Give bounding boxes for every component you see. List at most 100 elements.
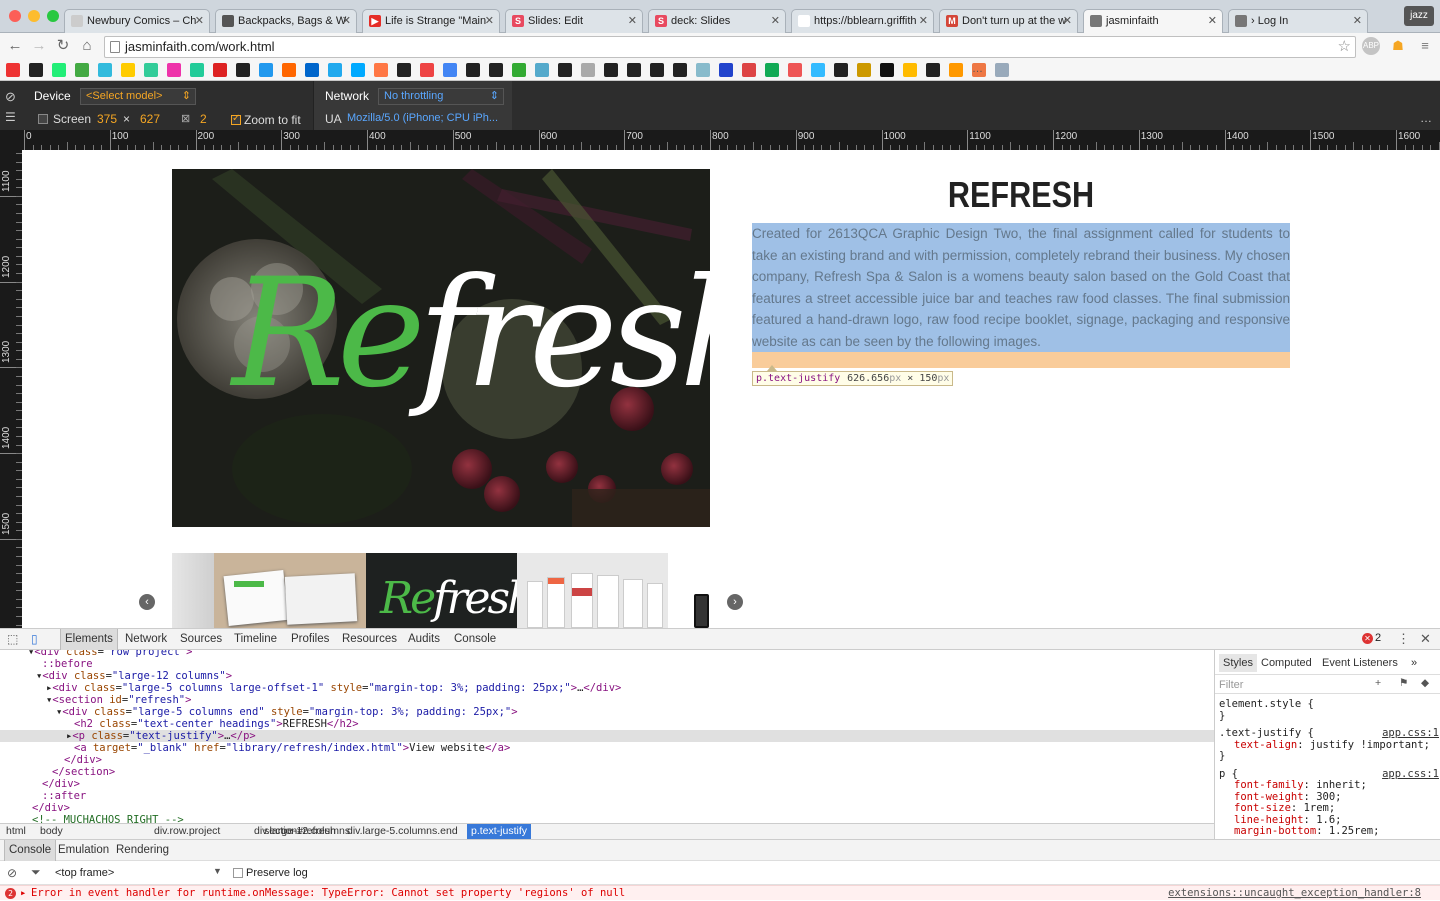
close-tab-icon[interactable]: ✕ <box>195 10 204 32</box>
bookmark-favicon-icon[interactable] <box>259 63 273 77</box>
bookmark-favicon-icon[interactable] <box>190 63 204 77</box>
css-property[interactable]: font-size: 1rem; <box>1234 802 1335 814</box>
css-property[interactable]: line-height: 1.6; <box>1234 814 1342 826</box>
css-source-link[interactable]: app.css:1 <box>1382 727 1439 739</box>
frame-select[interactable]: <top frame> <box>55 867 114 879</box>
css-property[interactable]: text-align: justify !important; <box>1234 739 1430 751</box>
more-options-icon[interactable]: … <box>1420 111 1432 125</box>
bookmark-favicon-icon[interactable] <box>305 63 319 77</box>
close-tab-icon[interactable]: ✕ <box>1353 10 1362 32</box>
bookmark-favicon-icon[interactable] <box>397 63 411 77</box>
close-tab-icon[interactable]: ✕ <box>628 10 637 32</box>
device-pixel-ratio-input[interactable]: 2 <box>200 112 207 126</box>
bookmark-favicon-icon[interactable] <box>673 63 687 77</box>
zoom-to-fit-checkbox[interactable]: ✓ <box>231 113 241 125</box>
carousel-thumb[interactable] <box>172 553 214 628</box>
clear-console-icon[interactable]: ⊘ <box>7 866 17 880</box>
bookmark-favicon-icon[interactable] <box>98 63 112 77</box>
dom-node[interactable]: ::after <box>42 790 86 802</box>
forward-arrow-icon[interactable]: → <box>30 36 48 56</box>
breadcrumb-item[interactable]: body <box>36 824 67 839</box>
bookmark-favicon-icon[interactable] <box>650 63 664 77</box>
network-throttle-select[interactable]: No throttling ⇕ <box>378 88 504 105</box>
screen-checkbox[interactable] <box>38 114 48 124</box>
carousel-thumb-logo[interactable]: Refresh <box>366 553 535 628</box>
dom-node[interactable]: ▾<div class="large-5 columns end" style=… <box>56 706 518 718</box>
chevron-down-icon[interactable]: ▼ <box>213 866 222 876</box>
css-property[interactable]: font-family: inherit; <box>1234 779 1367 791</box>
browser-tab[interactable]: Backpacks, Bags & W ✕ <box>215 9 357 33</box>
bookmark-favicon-icon[interactable] <box>765 63 779 77</box>
bookmark-favicon-icon[interactable] <box>627 63 641 77</box>
bookmark-favicon-icon[interactable] <box>834 63 848 77</box>
bookmark-favicon-icon[interactable] <box>6 63 20 77</box>
styles-tab[interactable]: » <box>1407 654 1421 672</box>
bookmark-favicon-icon[interactable] <box>581 63 595 77</box>
dom-node[interactable]: </section> <box>52 766 115 778</box>
close-devtools-icon[interactable]: ✕ <box>1420 631 1431 647</box>
css-selector[interactable]: .text-justify { <box>1219 727 1314 739</box>
device-mode-icon[interactable]: ▯ <box>31 632 38 646</box>
bookmark-favicon-icon[interactable] <box>282 63 296 77</box>
close-window-button[interactable] <box>9 10 21 22</box>
toggle-state-icon[interactable]: ⚑ <box>1399 677 1408 689</box>
bookmark-favicon-icon[interactable] <box>351 63 365 77</box>
profile-button[interactable]: jazz <box>1404 6 1434 26</box>
more-bookmarks-button[interactable]: … <box>972 63 983 75</box>
menu-icon[interactable]: ≡ <box>1416 37 1434 55</box>
css-selector[interactable]: p { <box>1219 768 1238 780</box>
bookmark-favicon-icon[interactable] <box>512 63 526 77</box>
bookmark-favicon-icon[interactable] <box>167 63 181 77</box>
dom-node[interactable]: ::before <box>42 658 93 670</box>
error-count[interactable]: 2 <box>1375 632 1381 644</box>
css-property[interactable]: margin-bottom: 1.25rem; <box>1234 825 1379 837</box>
zoom-window-button[interactable] <box>47 10 59 22</box>
home-icon[interactable]: ⌂ <box>78 36 96 56</box>
bookmark-favicon-icon[interactable] <box>489 63 503 77</box>
inspect-element-icon[interactable]: ⬚ <box>7 632 18 646</box>
bookmark-favicon-icon[interactable] <box>719 63 733 77</box>
carousel-next-button[interactable]: › <box>727 594 743 610</box>
close-tab-icon[interactable]: ✕ <box>1208 10 1217 32</box>
screen-width-input[interactable]: 375 <box>97 112 117 126</box>
css-property[interactable]: font-weight: 300; <box>1234 791 1342 803</box>
new-rule-icon[interactable]: + <box>1375 677 1381 689</box>
bookmark-favicon-icon[interactable] <box>903 63 917 77</box>
styles-tab[interactable]: Styles <box>1219 654 1257 672</box>
carousel-prev-button[interactable]: ‹ <box>139 594 155 610</box>
dom-node[interactable]: ▸<div class="large-5 columns large-offse… <box>46 682 621 694</box>
expand-arrow-icon[interactable]: ▸ <box>20 886 26 901</box>
adblock-icon[interactable]: ABP <box>1362 37 1380 55</box>
styles-tab[interactable]: Computed <box>1257 654 1316 672</box>
error-source-link[interactable]: extensions::uncaught_exception_handler:8 <box>1168 886 1421 901</box>
breadcrumb-item[interactable]: html <box>2 824 30 839</box>
dom-node[interactable]: ▸<p class="text-justify">…</p> <box>0 730 1214 742</box>
dom-node[interactable]: </div> <box>64 754 102 766</box>
dom-node[interactable]: ▾<div class="large-12 columns"> <box>36 670 232 682</box>
devtools-tab-sources[interactable]: Sources <box>176 629 226 650</box>
filter-icon[interactable]: ⏷ <box>31 865 41 880</box>
user-agent-input[interactable]: Mozilla/5.0 (iPhone; CPU iPh... <box>347 112 498 124</box>
color-format-icon[interactable]: ◆ <box>1421 677 1429 689</box>
bookmark-favicon-icon[interactable] <box>29 63 43 77</box>
bookmark-star-icon[interactable]: ☆ <box>1338 37 1351 57</box>
devtools-tab-profiles[interactable]: Profiles <box>287 629 333 650</box>
browser-tab[interactable]: › Log In ✕ <box>1228 9 1368 33</box>
bookmark-favicon-icon[interactable] <box>535 63 549 77</box>
bookmark-favicon-icon[interactable] <box>604 63 618 77</box>
close-tab-icon[interactable]: ✕ <box>342 10 351 32</box>
bookmark-favicon-icon[interactable] <box>788 63 802 77</box>
dom-node[interactable]: </div> <box>42 778 80 790</box>
dom-node[interactable]: <a target="_blank" href="library/refresh… <box>74 742 510 754</box>
carousel-thumb-packaging[interactable] <box>517 553 668 628</box>
bookmark-favicon-icon[interactable] <box>420 63 434 77</box>
browser-tab[interactable]: M Don't turn up at the w ✕ <box>939 9 1078 33</box>
devtools-tab-network[interactable]: Network <box>121 629 171 650</box>
breadcrumb-item[interactable]: section#refresh <box>260 824 340 839</box>
styles-tab[interactable]: Event Listeners <box>1318 654 1402 672</box>
device-model-select[interactable]: <Select model> ⇕ <box>80 88 196 105</box>
close-tab-icon[interactable]: ✕ <box>485 10 494 32</box>
extension-icon[interactable]: ☗ <box>1389 37 1407 55</box>
devtools-menu-icon[interactable]: ⋮ <box>1397 631 1410 647</box>
close-tab-icon[interactable]: ✕ <box>1063 10 1072 32</box>
